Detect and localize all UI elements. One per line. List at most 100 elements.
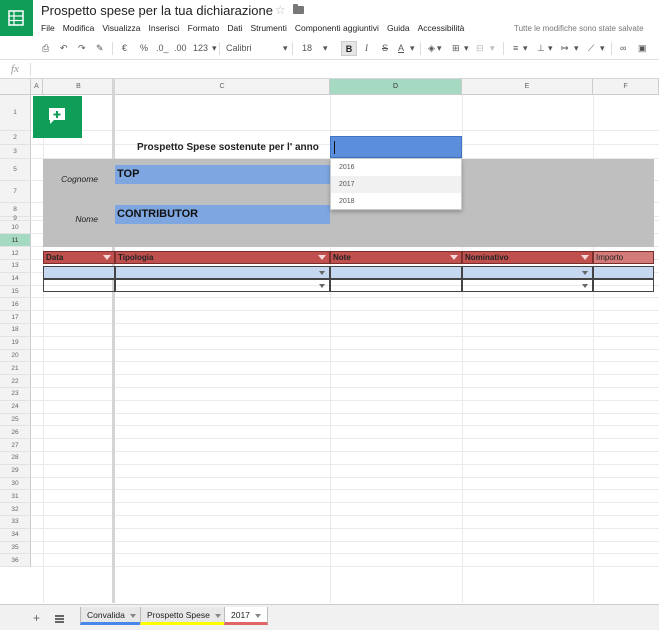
row-header-27[interactable]: 27	[0, 439, 31, 452]
column-header-a[interactable]: A	[31, 79, 43, 95]
redo-icon[interactable]: ↷	[78, 43, 86, 54]
fill-color-icon[interactable]: ◈	[428, 43, 435, 54]
row-header-12[interactable]: 12	[0, 247, 31, 260]
row-header-28[interactable]: 28	[0, 452, 31, 465]
print-icon[interactable]: ⎙	[42, 43, 49, 54]
row-header-29[interactable]: 29	[0, 464, 31, 478]
decrease-decimal-button[interactable]: .0_	[156, 43, 169, 53]
column-header-d[interactable]: D	[330, 79, 462, 95]
number-format-button[interactable]: 123	[193, 43, 208, 53]
menu-formato[interactable]: Formato	[188, 23, 220, 35]
bold-button[interactable]: B	[341, 41, 357, 56]
row-header-5[interactable]: 5	[0, 159, 31, 181]
borders-icon[interactable]: ⊞	[452, 43, 460, 54]
row-header-16[interactable]: 16	[0, 298, 31, 312]
row-header-20[interactable]: 20	[0, 349, 31, 363]
add-sheet-button[interactable]: +	[33, 612, 40, 624]
year-option-2017[interactable]: 2017	[331, 176, 461, 193]
year-select-cell[interactable]	[330, 136, 462, 158]
tipologia-cell[interactable]	[115, 279, 330, 292]
formula-bar[interactable]: fx	[0, 61, 659, 79]
data-cell[interactable]	[43, 279, 115, 292]
menu-guida[interactable]: Guida	[387, 23, 410, 35]
menu-componenti[interactable]: Componenti aggiuntivi	[295, 23, 379, 35]
menu-dati[interactable]: Dati	[227, 23, 242, 35]
font-size-select[interactable]: 18	[302, 43, 312, 53]
chevron-down-icon[interactable]: ▾	[523, 43, 528, 54]
text-color-button[interactable]: A	[398, 43, 404, 53]
chevron-down-icon[interactable]: ▾	[323, 43, 328, 54]
star-icon[interactable]: ☆	[275, 3, 286, 17]
row-header-31[interactable]: 31	[0, 490, 31, 504]
row-header-22[interactable]: 22	[0, 375, 31, 388]
row-header-19[interactable]: 19	[0, 336, 31, 350]
row-header-15[interactable]: 15	[0, 285, 31, 299]
row-header-23[interactable]: 23	[0, 388, 31, 401]
filter-icon[interactable]	[581, 255, 589, 260]
row-header-35[interactable]: 35	[0, 541, 31, 555]
year-option-2016[interactable]: 2016	[331, 159, 461, 176]
strikethrough-button[interactable]: S	[382, 43, 388, 53]
menu-modifica[interactable]: Modifica	[63, 23, 95, 35]
row-header-25[interactable]: 25	[0, 413, 31, 427]
comment-icon[interactable]: ▣	[638, 43, 647, 54]
dropdown-arrow-icon[interactable]	[319, 271, 325, 275]
dropdown-arrow-icon[interactable]	[319, 284, 325, 288]
chevron-down-icon[interactable]	[254, 613, 261, 618]
row-header-18[interactable]: 18	[0, 324, 31, 337]
merge-cells-icon[interactable]: ⊟	[476, 43, 484, 54]
chevron-down-icon[interactable]	[129, 613, 136, 618]
importo-cell[interactable]	[593, 266, 654, 279]
row-header-34[interactable]: 34	[0, 528, 31, 542]
header-importo[interactable]: Importo	[593, 251, 654, 264]
text-wrap-icon[interactable]: ↦	[561, 43, 569, 54]
dropdown-arrow-icon[interactable]	[582, 284, 588, 288]
row-header-1[interactable]: 1	[0, 95, 31, 131]
document-title[interactable]: Prospetto spese per la tua dichiarazione	[41, 3, 273, 18]
chevron-down-icon[interactable]: ▾	[600, 43, 605, 54]
row-header-17[interactable]: 17	[0, 311, 31, 324]
filter-icon[interactable]	[318, 255, 326, 260]
row-header-3[interactable]: 3	[0, 145, 31, 159]
undo-icon[interactable]: ↶	[60, 43, 68, 54]
note-cell[interactable]	[330, 279, 462, 292]
importo-cell[interactable]	[593, 279, 654, 292]
nominativo-cell[interactable]	[462, 266, 593, 279]
header-data[interactable]: Data	[43, 251, 115, 264]
sheets-app-icon[interactable]	[0, 0, 33, 36]
folder-icon[interactable]	[293, 4, 304, 14]
spreadsheet-grid[interactable]: A B C D E F 1 2 3 5 7 8 9 10 11 12 13 14 15 16 17 18 19 2…	[0, 79, 659, 603]
chevron-down-icon[interactable]: ▾	[574, 43, 579, 54]
menu-strumenti[interactable]: Strumenti	[250, 23, 286, 35]
text-rotation-icon[interactable]: ⟋	[588, 43, 594, 54]
row-header-10[interactable]: 10	[0, 221, 31, 234]
link-icon[interactable]: ∞	[620, 43, 626, 53]
row-header-32[interactable]: 32	[0, 503, 31, 516]
row-header-33[interactable]: 33	[0, 516, 31, 529]
align-horizontal-icon[interactable]: ≡	[513, 43, 518, 53]
chevron-down-icon[interactable]: ▾	[437, 43, 442, 54]
chevron-down-icon[interactable]: ▾	[490, 43, 495, 54]
dropdown-arrow-icon[interactable]	[582, 271, 588, 275]
row-header-13[interactable]: 13	[0, 260, 31, 273]
chevron-down-icon[interactable]: ▾	[410, 43, 415, 54]
font-select[interactable]: Calibri	[226, 43, 252, 53]
cognome-field[interactable]: TOP	[115, 165, 330, 184]
increase-decimal-button[interactable]: .00	[174, 43, 187, 53]
row-header-30[interactable]: 30	[0, 477, 31, 491]
year-dropdown[interactable]: 2016 2017 2018	[330, 158, 462, 210]
menu-visualizza[interactable]: Visualizza	[102, 23, 140, 35]
header-nominativo[interactable]: Nominativo	[462, 251, 593, 264]
menu-inserisci[interactable]: Inserisci	[148, 23, 179, 35]
tab-convalida[interactable]: Convalida	[80, 607, 143, 625]
tab-prospetto-spese[interactable]: Prospetto Spese	[140, 607, 228, 625]
currency-button[interactable]: €	[122, 43, 127, 53]
header-note[interactable]: Note	[330, 251, 462, 264]
nominativo-cell[interactable]	[462, 279, 593, 292]
nome-field[interactable]: CONTRIBUTOR	[115, 205, 330, 224]
tab-2017[interactable]: 2017	[224, 607, 268, 625]
row-header-14[interactable]: 14	[0, 272, 31, 286]
percent-button[interactable]: %	[140, 43, 148, 53]
row-header-21[interactable]: 21	[0, 362, 31, 376]
chevron-down-icon[interactable]: ▾	[212, 43, 217, 54]
